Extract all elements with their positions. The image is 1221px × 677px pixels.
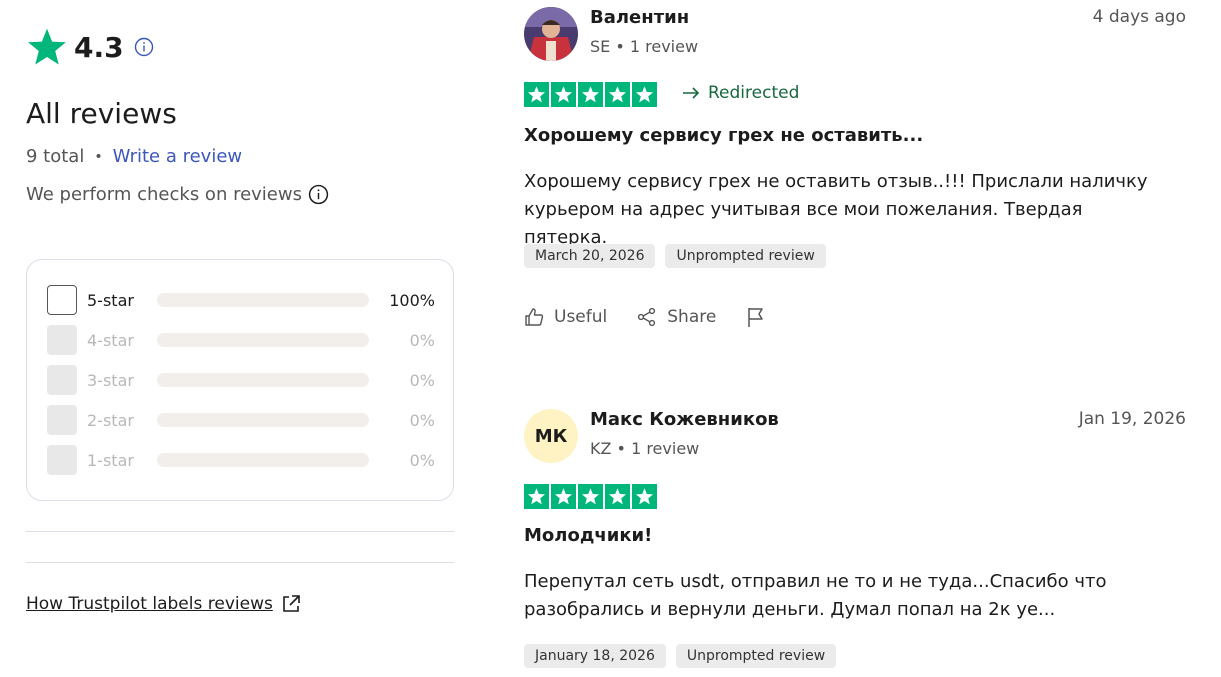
reviewer-meta: KZ • 1 review: [590, 439, 700, 458]
filter-checkbox-3[interactable]: [47, 365, 77, 395]
useful-button[interactable]: Useful: [524, 307, 607, 327]
unprompted-review-chip[interactable]: Unprompted review: [675, 644, 837, 668]
review-date: Jan 19, 2026: [1078, 409, 1186, 429]
external-link-icon: [283, 595, 300, 612]
star-icon: [632, 82, 657, 107]
star-rating: [524, 82, 657, 107]
share-icon: [638, 307, 656, 327]
distribution-percent: 0%: [409, 330, 435, 350]
redirected-text: Redirected: [708, 83, 800, 103]
reviewer-meta: SE • 1 review: [590, 37, 699, 56]
avatar: [524, 7, 578, 61]
review-body: Хорошему сервису грех не оставить отзыв.…: [524, 171, 1148, 248]
share-label: Share: [667, 307, 717, 327]
trustpilot-star-icon: [28, 28, 66, 65]
star-icon: [578, 82, 603, 107]
total-count: 9 total: [26, 146, 85, 167]
star-icon: [524, 82, 549, 107]
info-icon[interactable]: [134, 37, 154, 57]
info-icon[interactable]: [308, 184, 329, 205]
distribution-bar: [157, 293, 369, 307]
rating-distribution: 5-star 100% 4-star 0% 3-star 0% 2-star 0…: [26, 259, 454, 501]
distribution-label: 2-star: [87, 410, 134, 430]
page-title: All reviews: [26, 97, 177, 130]
avatar-photo-icon: [524, 7, 578, 61]
filter-checkbox-4[interactable]: [47, 325, 77, 355]
distribution-label: 1-star: [87, 450, 134, 470]
distribution-bar: [157, 333, 369, 347]
divider: [26, 531, 454, 532]
divider: [26, 562, 454, 563]
thumbs-up-icon: [525, 308, 544, 326]
distribution-percent: 0%: [409, 370, 435, 390]
filter-checkbox-5[interactable]: [47, 285, 77, 315]
distribution-percent: 100%: [389, 290, 435, 310]
star-icon: [632, 484, 657, 509]
experience-date-chip: January 18, 2026: [524, 644, 666, 668]
redirect-arrow-icon: [683, 87, 700, 99]
review-chips: January 18, 2026 Unprompted review: [524, 644, 837, 668]
review-title[interactable]: Хорошему сервису грех не оставить...: [524, 125, 923, 146]
distribution-row-3[interactable]: 3-star 0%: [47, 365, 435, 395]
distribution-label: 5-star: [87, 290, 134, 310]
rating-value: 4.3: [74, 30, 124, 64]
distribution-row-1[interactable]: 1-star 0%: [47, 445, 435, 475]
redirected-label[interactable]: Redirected: [682, 83, 799, 103]
distribution-percent: 0%: [409, 450, 435, 470]
distribution-label: 3-star: [87, 370, 134, 390]
report-button[interactable]: [746, 306, 776, 328]
useful-label: Useful: [554, 307, 608, 327]
distribution-label: 4-star: [87, 330, 134, 350]
review-date: 4 days ago: [1092, 7, 1186, 27]
review-title[interactable]: Молодчики!: [524, 525, 652, 546]
how-trustpilot-labels-link[interactable]: How Trustpilot labels reviews: [26, 594, 301, 614]
review-card: МК Макс Кожевников KZ • 1 review Jan 19,…: [524, 409, 1186, 669]
reviewer-name[interactable]: Макс Кожевников: [590, 409, 779, 430]
star-icon: [605, 82, 630, 107]
experience-date-chip: March 20, 2026: [524, 244, 656, 268]
unprompted-review-chip[interactable]: Unprompted review: [665, 244, 826, 268]
distribution-row-2[interactable]: 2-star 0%: [47, 405, 435, 435]
checks-text: We perform checks on reviews: [26, 184, 302, 205]
reviewer-name[interactable]: Валентин: [590, 7, 689, 28]
review-card: Валентин SE • 1 review 4 days ago Redire…: [524, 7, 1186, 327]
star-icon: [524, 484, 549, 509]
flag-icon: [748, 308, 764, 327]
star-rating: [524, 484, 657, 509]
avatar: МК: [524, 409, 578, 463]
write-review-link[interactable]: Write a review: [113, 146, 243, 167]
distribution-percent: 0%: [409, 410, 435, 430]
total-row: 9 total • Write a review: [26, 146, 242, 167]
checks-row[interactable]: We perform checks on reviews: [26, 184, 329, 205]
review-actions: Useful Share: [524, 306, 806, 328]
distribution-row-4[interactable]: 4-star 0%: [47, 325, 435, 355]
star-icon: [551, 82, 576, 107]
share-button[interactable]: Share: [637, 307, 716, 327]
distribution-bar: [157, 413, 369, 427]
distribution-bar: [157, 373, 369, 387]
how-link-label: How Trustpilot labels reviews: [26, 594, 273, 614]
star-icon: [578, 484, 603, 509]
star-icon: [605, 484, 630, 509]
review-chips: March 20, 2026 Unprompted review: [524, 244, 826, 268]
separator-dot: •: [94, 148, 103, 165]
filter-checkbox-1[interactable]: [47, 445, 77, 475]
rating-summary: 4.3: [26, 26, 154, 68]
distribution-bar: [157, 453, 369, 467]
star-icon: [551, 484, 576, 509]
review-body: Перепутал сеть usdt, отправил не то и не…: [524, 571, 1107, 620]
distribution-row-5[interactable]: 5-star 100%: [47, 285, 435, 315]
filter-checkbox-2[interactable]: [47, 405, 77, 435]
